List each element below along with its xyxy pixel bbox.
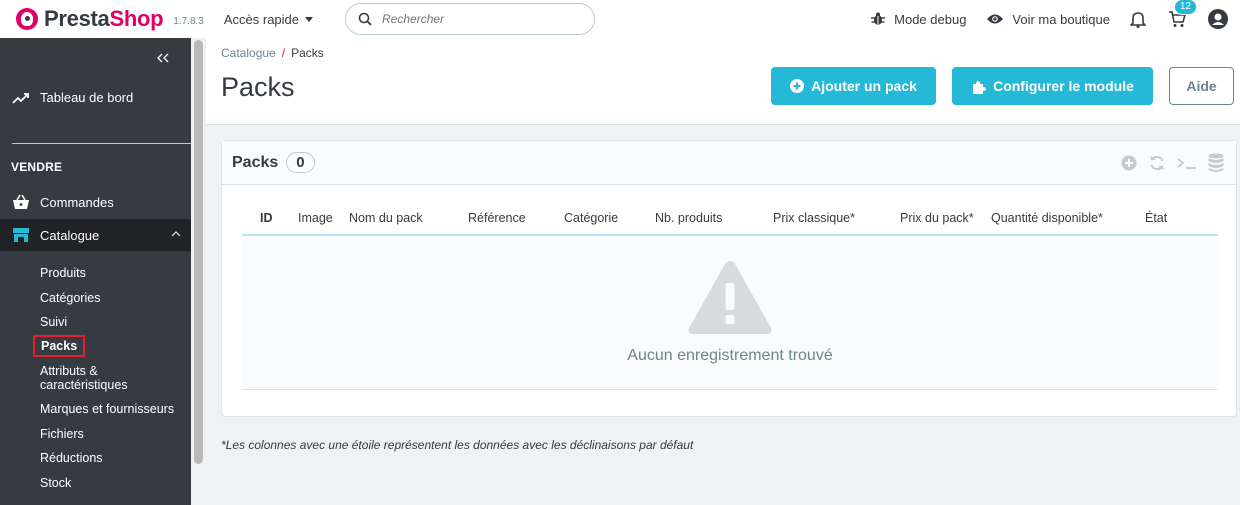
logo-text-presta: Presta — [44, 6, 110, 31]
empty-table-body: Aucun enregistrement trouvé — [242, 236, 1218, 390]
collapse-sidebar-button[interactable] — [157, 51, 169, 66]
sidebar-subitem-label-line1: Attributs & — [40, 364, 98, 378]
sidebar-subitem-files[interactable]: Fichiers — [40, 427, 84, 441]
bell-icon — [1130, 12, 1146, 28]
sidebar-subitem-discounts[interactable]: Réductions — [40, 451, 103, 465]
sidebar-subitem-categories[interactable]: Catégories — [40, 291, 100, 305]
sidebar-subitem-products[interactable]: Produits — [40, 266, 86, 280]
record-count-badge: 0 — [286, 152, 315, 173]
warning-triangle-icon — [688, 261, 772, 334]
column-header-image[interactable]: Image — [298, 211, 333, 225]
column-header-status[interactable]: État — [1145, 211, 1167, 225]
orders-badge: 12 — [1174, 0, 1198, 15]
add-pack-button[interactable]: Ajouter un pack — [771, 67, 936, 105]
panel-title: Packs — [232, 153, 279, 171]
trending-up-icon — [12, 92, 29, 104]
notifications-button[interactable] — [1130, 10, 1146, 28]
debug-mode-label: Mode debug — [894, 11, 967, 27]
column-header-nb-products[interactable]: Nb. produits — [655, 211, 722, 225]
eye-icon — [987, 14, 1004, 24]
caret-down-icon — [305, 17, 314, 22]
sidebar-subitem-stock[interactable]: Stock — [40, 476, 71, 490]
double-chevron-left-icon — [157, 53, 169, 63]
column-header-category[interactable]: Catégorie — [564, 211, 618, 225]
chevron-up-icon — [171, 231, 181, 237]
breadcrumb-catalog[interactable]: Catalogue — [221, 46, 276, 60]
view-shop-link[interactable]: Voir ma boutique — [986, 12, 1110, 27]
view-shop-label: Voir ma boutique — [1012, 11, 1110, 27]
packs-list-panel: Packs 0 ID Image Nom du pack Référence C… — [221, 140, 1237, 417]
sidebar-item-catalog[interactable]: Catalogue — [0, 219, 191, 251]
breadcrumb-current: Packs — [291, 46, 324, 60]
orders-cart-button[interactable]: 12 — [1168, 0, 1198, 28]
panel-header: Packs 0 — [222, 141, 1236, 185]
help-button[interactable]: Aide — [1169, 67, 1234, 105]
column-header-pack-name[interactable]: Nom du pack — [349, 211, 423, 225]
search-icon — [358, 12, 372, 26]
sidebar-section-sell: VENDRE — [11, 160, 63, 174]
column-header-classic-price[interactable]: Prix classique* — [773, 211, 855, 225]
sidebar-subitem-attributes[interactable]: Attributs & caractéristiques — [40, 364, 128, 392]
help-label: Aide — [1186, 78, 1217, 94]
quick-access-dropdown[interactable]: Accès rapide — [223, 11, 314, 27]
prestashop-logo[interactable]: PrestaShop — [16, 6, 164, 32]
add-circle-icon[interactable] — [1121, 155, 1137, 171]
configure-module-button[interactable]: Configurer le module — [952, 67, 1153, 105]
search-box[interactable] — [345, 3, 596, 35]
configure-module-label: Configurer le module — [993, 78, 1134, 94]
terminal-icon[interactable] — [1177, 156, 1197, 170]
version-label: 1.7.8.3 — [173, 15, 204, 27]
plus-circle-icon — [790, 79, 805, 93]
sidebar-item-orders[interactable]: Commandes — [12, 194, 114, 210]
breadcrumb-separator: / — [281, 46, 286, 60]
sidebar-item-dashboard[interactable]: Tableau de bord — [12, 90, 133, 105]
sidebar-subitem-label-line2: caractéristiques — [40, 378, 128, 392]
sidebar-scrollbar-thumb[interactable] — [194, 40, 203, 464]
store-icon — [13, 228, 29, 242]
sidebar-subitem-brands[interactable]: Marques et fournisseurs — [40, 402, 174, 416]
top-header: PrestaShop 1.7.8.3 Accès rapide Mode deb… — [0, 0, 1240, 38]
bug-icon — [871, 12, 886, 25]
sidebar-item-label: Catalogue — [40, 227, 100, 243]
sidebar-subitem-monitoring[interactable]: Suivi — [40, 315, 67, 329]
page-title: Packs — [221, 72, 295, 102]
refresh-icon[interactable] — [1148, 155, 1166, 171]
no-records-message: Aucun enregistrement trouvé — [627, 347, 833, 364]
shopping-basket-icon — [13, 194, 29, 209]
panel-toolbar — [1121, 153, 1224, 173]
quick-access-label: Accès rapide — [223, 11, 300, 27]
logo-text-shop: Shop — [109, 6, 164, 31]
footnote: *Les colonnes avec une étoile représente… — [221, 438, 694, 452]
puffin-logo-icon — [16, 8, 38, 30]
search-input[interactable] — [382, 12, 573, 26]
account-button[interactable] — [1208, 9, 1228, 29]
column-header-reference[interactable]: Référence — [468, 211, 526, 225]
puzzle-icon — [973, 80, 987, 94]
add-pack-label: Ajouter un pack — [811, 78, 917, 94]
sidebar-subitem-packs[interactable]: Packs — [33, 335, 86, 357]
breadcrumb: Catalogue / Packs — [221, 46, 324, 60]
column-header-id[interactable]: ID — [260, 211, 273, 225]
sidebar-divider — [12, 143, 191, 144]
debug-mode-link[interactable]: Mode debug — [870, 11, 966, 27]
user-avatar-icon — [1208, 9, 1228, 29]
sidebar-item-label: Commandes — [40, 194, 114, 210]
sidebar: Tableau de bord VENDRE Commandes Catalog… — [0, 38, 191, 505]
column-header-available-quantity[interactable]: Quantité disponible* — [991, 211, 1103, 225]
sidebar-item-label: Tableau de bord — [40, 90, 134, 105]
database-icon[interactable] — [1208, 153, 1224, 173]
column-header-pack-price[interactable]: Prix du pack* — [900, 211, 974, 225]
page-header: Catalogue / Packs Packs Ajouter un pack Co… — [206, 38, 1240, 125]
